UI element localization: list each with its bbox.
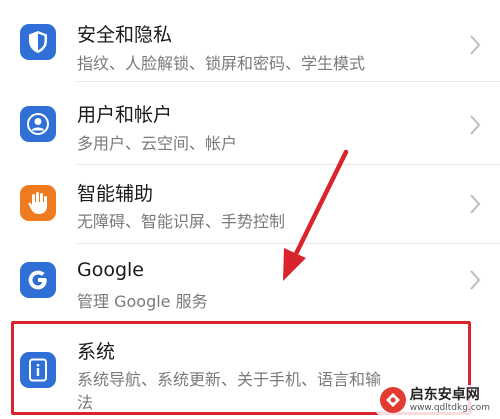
settings-item-security-privacy[interactable]: 安全和隐私 指纹、人脸解锁、锁屏和密码、学生模式	[0, 0, 500, 82]
settings-item-users-accounts[interactable]: 用户和帐户 多用户、云空间、帐户	[0, 82, 500, 165]
google-icon	[20, 262, 56, 298]
settings-item-subtitle: 系统导航、系统更新、关于手机、语言和输	[77, 370, 382, 389]
settings-item-google[interactable]: Google 管理 Google 服务	[0, 244, 500, 322]
chevron-right-icon	[470, 270, 481, 290]
hand-icon	[20, 185, 56, 221]
settings-item-subtitle: 无障碍、智能识屏、手势控制	[77, 212, 286, 231]
system-info-icon	[20, 352, 56, 388]
shield-icon	[20, 24, 56, 60]
settings-item-title: Google	[77, 259, 145, 281]
settings-item-title: 用户和帐户	[77, 104, 173, 126]
watermark-url: www.qdltdkg.com	[409, 402, 490, 413]
settings-item-title: 智能辅助	[77, 183, 154, 205]
settings-list: 安全和隐私 指纹、人脸解锁、锁屏和密码、学生模式 用户和帐户 多用户、云空间、帐…	[0, 0, 500, 419]
watermark: 启东安卓网 www.qdltdkg.com	[375, 385, 494, 415]
watermark-logo-icon	[379, 387, 406, 413]
user-icon	[20, 106, 56, 142]
settings-item-subtitle: 多用户、云空间、帐户	[77, 134, 238, 153]
settings-item-title: 系统	[77, 341, 116, 363]
chevron-right-icon	[470, 194, 481, 214]
settings-item-title: 安全和隐私	[77, 24, 173, 46]
chevron-right-icon	[470, 115, 481, 135]
settings-item-subtitle: 指纹、人脸解锁、锁屏和密码、学生模式	[77, 54, 366, 73]
chevron-right-icon	[470, 35, 481, 55]
settings-item-subtitle: 管理 Google 服务	[77, 292, 208, 311]
settings-item-smart-assist[interactable]: 智能辅助 无障碍、智能识屏、手势控制	[0, 164, 500, 244]
settings-item-subtitle-continued: 法	[77, 393, 94, 412]
watermark-name: 启东安卓网	[409, 386, 480, 403]
